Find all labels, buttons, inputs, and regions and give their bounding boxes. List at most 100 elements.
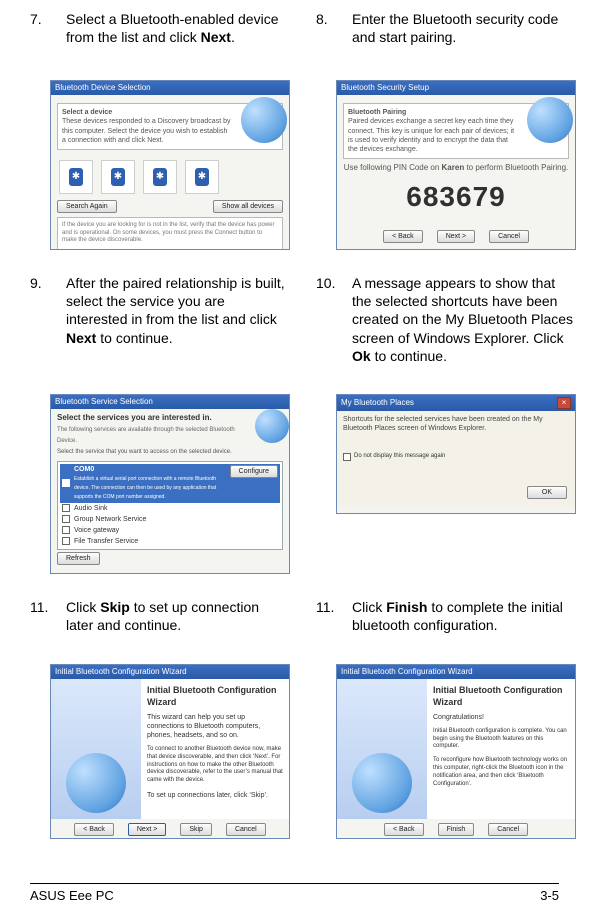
window-title-bar: Bluetooth Device Selection bbox=[51, 81, 289, 95]
window-title: Bluetooth Security Setup bbox=[341, 83, 429, 93]
window-title-bar: Initial Bluetooth Configuration Wizard bbox=[337, 665, 575, 679]
back-button[interactable]: < Back bbox=[384, 823, 424, 836]
device-item[interactable]: ✱ bbox=[59, 160, 93, 194]
step-text-bold: Skip bbox=[100, 599, 130, 615]
next-button[interactable]: Next > bbox=[437, 230, 475, 243]
close-icon[interactable]: × bbox=[557, 397, 571, 409]
service-name: Audio Sink bbox=[74, 504, 107, 513]
service-name: File Transfer Service bbox=[74, 537, 138, 546]
list-label: Select the service that you want to acce… bbox=[57, 449, 283, 457]
step-text: Click Skip to set up connection later an… bbox=[66, 598, 290, 654]
wizard-heading: Initial Bluetooth Configuration Wizard bbox=[433, 685, 569, 708]
step-8: 8. Enter the Bluetooth security code and… bbox=[316, 10, 576, 250]
message-text: Shortcuts for the selected services have… bbox=[343, 415, 569, 433]
device-item[interactable]: ✱ bbox=[185, 160, 219, 194]
window-title: My Bluetooth Places bbox=[341, 398, 414, 408]
search-again-button[interactable]: Search Again bbox=[57, 200, 117, 213]
service-list[interactable]: COM0 Establish a virtual serial port con… bbox=[57, 461, 283, 550]
wizard-window: Initial Bluetooth Configuration Wizard I… bbox=[50, 664, 290, 839]
show-all-button[interactable]: Show all devices bbox=[213, 200, 283, 213]
service-selection-window: Bluetooth Service Selection Select the s… bbox=[50, 394, 290, 574]
step-11b: 11. Click Finish to complete the initial… bbox=[316, 598, 576, 839]
service-name: COM0 bbox=[74, 466, 94, 473]
step-text-post: to continue. bbox=[371, 348, 447, 364]
step-number: 9. bbox=[30, 274, 52, 384]
globe-icon bbox=[66, 753, 126, 813]
window-title-bar: Initial Bluetooth Configuration Wizard bbox=[51, 665, 289, 679]
window-title: Initial Bluetooth Configuration Wizard bbox=[341, 667, 473, 677]
back-button[interactable]: < Back bbox=[383, 230, 423, 243]
pin-code: 683679 bbox=[343, 173, 569, 221]
device-list[interactable]: ✱ ✱ ✱ ✱ bbox=[57, 154, 283, 200]
step-9: 9. After the paired relationship is buil… bbox=[30, 274, 290, 574]
device-item[interactable]: ✱ bbox=[101, 160, 135, 194]
frame-desc: These devices responded to a Discovery b… bbox=[62, 118, 230, 143]
skip-button[interactable]: Skip bbox=[180, 823, 212, 836]
pin-text-pre: Use following PIN Code on bbox=[344, 163, 442, 172]
cancel-button[interactable]: Cancel bbox=[488, 823, 528, 836]
globe-icon bbox=[352, 753, 412, 813]
step-text-post: to continue. bbox=[96, 330, 172, 346]
step-text-post: . bbox=[231, 29, 235, 45]
wizard-window: Initial Bluetooth Configuration Wizard I… bbox=[336, 664, 576, 839]
finish-button[interactable]: Finish bbox=[438, 823, 475, 836]
page-footer: ASUS Eee PC 3-5 bbox=[30, 883, 559, 905]
bluetooth-icon: ✱ bbox=[69, 168, 83, 186]
checkbox-icon[interactable] bbox=[62, 526, 70, 534]
window-title: Bluetooth Device Selection bbox=[55, 83, 151, 93]
next-button[interactable]: Next > bbox=[151, 573, 189, 574]
step-text: Enter the Bluetooth security code and st… bbox=[352, 10, 576, 70]
checkbox-icon[interactable] bbox=[62, 479, 70, 487]
service-item[interactable]: File Transfer Service bbox=[60, 536, 280, 547]
ok-button[interactable]: OK bbox=[527, 486, 567, 499]
bluetooth-icon: ✱ bbox=[153, 168, 167, 186]
cancel-button[interactable]: Cancel bbox=[203, 573, 243, 574]
service-item-selected[interactable]: COM0 Establish a virtual serial port con… bbox=[60, 464, 280, 502]
window-title-bar: Bluetooth Security Setup bbox=[337, 81, 575, 95]
step-11a: 11. Click Skip to set up connection late… bbox=[30, 598, 290, 839]
step-text-pre: Click bbox=[352, 599, 386, 615]
frame-heading: Select a device bbox=[62, 109, 112, 116]
step-text: After the paired relationship is built, … bbox=[66, 274, 290, 384]
frame-sub: The following services are available thr… bbox=[57, 427, 235, 444]
checkbox-icon[interactable] bbox=[343, 453, 351, 461]
step-text-bold: Finish bbox=[386, 599, 427, 615]
service-name: Group Network Service bbox=[74, 515, 146, 524]
wizard-p1: This wizard can help you set up connecti… bbox=[147, 713, 283, 740]
page-number: 3-5 bbox=[540, 888, 559, 905]
cancel-button[interactable]: Cancel bbox=[489, 230, 529, 243]
service-name: Voice gateway bbox=[74, 526, 119, 535]
checkbox-icon[interactable] bbox=[62, 537, 70, 545]
window-title: Bluetooth Service Selection bbox=[55, 397, 153, 407]
service-item[interactable]: Voice gateway bbox=[60, 525, 280, 536]
step-text-pre: Select a Bluetooth-enabled device from t… bbox=[66, 11, 278, 45]
back-button[interactable]: < Back bbox=[74, 823, 114, 836]
frame-heading: Select the services you are interested i… bbox=[57, 413, 212, 422]
device-selection-window: Bluetooth Device Selection Select a devi… bbox=[50, 80, 290, 250]
step-text-bold: Next bbox=[66, 330, 96, 346]
cancel-button[interactable]: Cancel bbox=[226, 823, 266, 836]
pin-text-post: to perform Bluetooth Pairing. bbox=[464, 163, 568, 172]
wizard-p3: To set up connections later, click ‘Skip… bbox=[147, 791, 283, 800]
configure-button[interactable]: Configure bbox=[230, 465, 278, 478]
wizard-p1: Initial Bluetooth configuration is compl… bbox=[433, 728, 569, 751]
refresh-button[interactable]: Refresh bbox=[57, 552, 100, 565]
steps-grid: 7. Select a Bluetooth-enabled device fro… bbox=[30, 10, 559, 839]
step-text: Select a Bluetooth-enabled device from t… bbox=[66, 10, 290, 70]
service-item[interactable]: Audio Sink bbox=[60, 503, 280, 514]
service-item[interactable]: Group Network Service bbox=[60, 514, 280, 525]
checkbox-icon[interactable] bbox=[62, 504, 70, 512]
device-item[interactable]: ✱ bbox=[143, 160, 177, 194]
step-text-bold: Ok bbox=[352, 348, 371, 364]
step-text-bold: Next bbox=[201, 29, 231, 45]
checkbox-icon[interactable] bbox=[62, 515, 70, 523]
step-text-pre: A message appears to show that the selec… bbox=[352, 275, 573, 346]
wizard-p2: To reconfigure how Bluetooth technology … bbox=[433, 757, 569, 788]
product-name: ASUS Eee PC bbox=[30, 888, 114, 905]
step-text: Click Finish to complete the initial blu… bbox=[352, 598, 576, 654]
wizard-sub: Congratulations! bbox=[433, 713, 569, 722]
next-button[interactable]: Next > bbox=[128, 823, 166, 836]
step-10: 10. A message appears to show that the s… bbox=[316, 274, 576, 574]
back-button[interactable]: < Back bbox=[97, 573, 137, 574]
security-setup-window: Bluetooth Security Setup Bluetooth Pairi… bbox=[336, 80, 576, 250]
